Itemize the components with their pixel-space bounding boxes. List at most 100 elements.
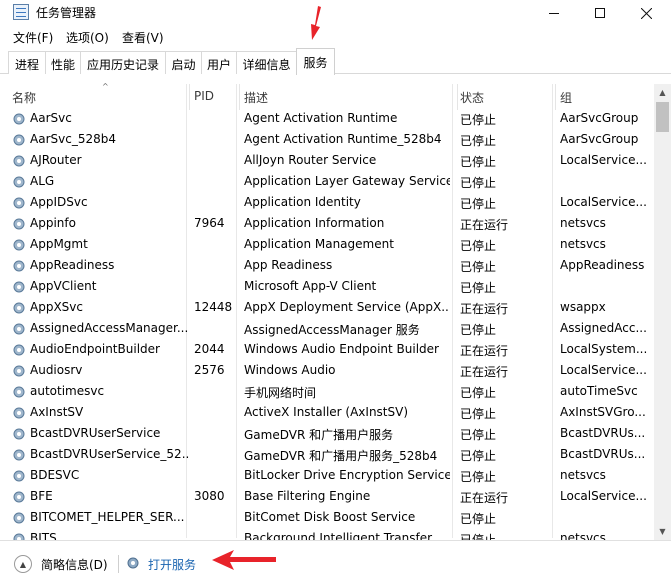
maximize-button[interactable]: [577, 0, 623, 26]
service-pid: 7964: [194, 216, 225, 230]
service-group: [560, 510, 650, 527]
service-status: 已停止: [460, 533, 497, 540]
table-row[interactable]: BFE 3080 Base Filtering Engine 正在运行 LocalSer…: [8, 486, 652, 507]
tab-startup[interactable]: 启动: [165, 51, 202, 74]
vertical-scrollbar[interactable]: ▲ ▼: [654, 84, 671, 540]
service-name: AssignedAccessManager...: [30, 321, 189, 335]
sort-ascending-icon: ^: [102, 82, 109, 91]
service-name: BcastDVRUserService_52...: [30, 447, 190, 461]
window-title: 任务管理器: [36, 6, 97, 20]
table-row[interactable]: autotimesvc 手机网络时间 已停止 autoTimeSvc: [8, 381, 652, 402]
service-status: 已停止: [460, 197, 497, 211]
service-name: AppIDSvc: [30, 195, 88, 209]
service-status: 已停止: [460, 428, 497, 442]
table-row[interactable]: AarSvc Agent Activation Runtime 已停止 AarSvcG…: [8, 108, 652, 129]
menu-options[interactable]: 选项(O): [66, 29, 109, 46]
column-group[interactable]: 组: [560, 84, 652, 110]
service-description: ActiveX Installer (AxInstSV): [244, 405, 409, 419]
table-row[interactable]: ALG Application Layer Gateway Service 已停止: [8, 171, 652, 192]
service-name: AJRouter: [30, 153, 82, 167]
service-group: AarSvcGroup: [560, 132, 639, 146]
service-status: 已停止: [460, 386, 497, 400]
service-group: LocalService...: [560, 363, 647, 377]
service-group: BcastDVRUs...: [560, 426, 646, 440]
service-status: 已停止: [460, 470, 497, 484]
tab-users[interactable]: 用户: [201, 51, 237, 74]
service-group: netsvcs: [560, 468, 606, 482]
service-pid: 12448: [194, 300, 233, 314]
close-button[interactable]: [623, 0, 669, 26]
scroll-down-arrow-icon[interactable]: ▼: [654, 523, 671, 540]
table-row[interactable]: Appinfo 7964 Application Information 正在运行 ne…: [8, 213, 652, 234]
tab-details[interactable]: 详细信息: [236, 51, 297, 74]
service-status: 已停止: [460, 155, 497, 169]
table-row[interactable]: AarSvc_528b4 Agent Activation Runtime_528…: [8, 129, 652, 150]
gear-icon: [13, 155, 25, 167]
table-row[interactable]: BITCOMET_HELPER_SER... BitComet Disk Boos…: [8, 507, 652, 528]
column-description[interactable]: 描述: [244, 84, 458, 110]
minimize-icon: [549, 12, 559, 14]
gear-icon: [127, 557, 139, 569]
fewer-details-label[interactable]: 简略信息(D): [41, 556, 108, 573]
scroll-up-arrow-icon[interactable]: ▲: [654, 84, 671, 101]
service-pid: [194, 153, 238, 170]
table-row[interactable]: AppXSvc 12448 AppX Deployment Service (App…: [8, 297, 652, 318]
scroll-thumb[interactable]: [656, 102, 669, 132]
service-group: [560, 174, 650, 191]
minimize-button[interactable]: [531, 0, 577, 26]
service-name: AarSvc: [30, 111, 72, 125]
gear-icon: [13, 281, 25, 293]
service-description: Application Identity: [244, 195, 361, 209]
gear-icon: [13, 449, 25, 461]
service-name: AarSvc_528b4: [30, 132, 116, 146]
tab-processes[interactable]: 进程: [8, 51, 46, 74]
service-description: Background Intelligent Transfer...: [244, 531, 443, 540]
service-status: 已停止: [460, 239, 497, 253]
service-description: Application Layer Gateway Service: [244, 174, 450, 188]
menu-file[interactable]: 文件(F): [13, 29, 53, 46]
table-row[interactable]: AssignedAccessManager... AssignedAccessMa…: [8, 318, 652, 339]
tab-services[interactable]: 服务: [296, 48, 335, 75]
service-pid: [194, 321, 238, 338]
gear-icon: [13, 302, 25, 314]
table-row[interactable]: AxInstSV ActiveX Installer (AxInstSV) 已停止 A…: [8, 402, 652, 423]
gear-icon: [13, 323, 25, 335]
menu-view[interactable]: 查看(V): [122, 29, 164, 46]
table-row[interactable]: AppReadiness App Readiness 已停止 AppReadiness: [8, 255, 652, 276]
table-row[interactable]: BDESVC BitLocker Drive Encryption Service…: [8, 465, 652, 486]
service-name: autotimesvc: [30, 384, 105, 398]
table-row[interactable]: AppIDSvc Application Identity 已停止 LocalServ…: [8, 192, 652, 213]
table-row[interactable]: AJRouter AllJoyn Router Service 已停止 LocalSe…: [8, 150, 652, 171]
service-name: Audiosrv: [30, 363, 83, 377]
column-name[interactable]: 名称 ^: [12, 82, 190, 110]
gear-icon: [13, 407, 25, 419]
service-name: ALG: [30, 174, 55, 188]
service-pid: [194, 426, 238, 443]
chevron-up-icon: ▲: [19, 559, 27, 569]
table-row[interactable]: BcastDVRUserService_52... GameDVR 和广播用户服务…: [8, 444, 652, 465]
tab-app-history[interactable]: 应用历史记录: [80, 51, 166, 74]
table-row[interactable]: BITS Background Intelligent Transfer... 已停…: [8, 528, 652, 540]
table-row[interactable]: AppVClient Microsoft App-V Client 已停止: [8, 276, 652, 297]
service-pid: [194, 531, 238, 540]
table-row[interactable]: Audiosrv 2576 Windows Audio 正在运行 LocalServic…: [8, 360, 652, 381]
service-pid: [194, 447, 238, 464]
service-name: AppReadiness: [30, 258, 115, 272]
table-row[interactable]: AppMgmt Application Management 已停止 netsvcs: [8, 234, 652, 255]
column-pid[interactable]: PID: [194, 84, 240, 110]
service-pid: 2576: [194, 363, 225, 377]
service-group: LocalService...: [560, 489, 647, 503]
service-name: BITS: [30, 531, 57, 540]
service-pid: [194, 132, 238, 149]
fewer-details-button[interactable]: ▲: [14, 555, 32, 573]
service-pid: [194, 237, 238, 254]
service-description: AppX Deployment Service (AppX...: [244, 300, 450, 314]
menu-bar: 文件(F) 选项(O) 查看(V): [0, 26, 671, 48]
column-status[interactable]: 状态: [460, 84, 556, 110]
gear-icon: [13, 512, 25, 524]
table-row[interactable]: AudioEndpointBuilder 2044 Windows Audio En…: [8, 339, 652, 360]
service-status: 已停止: [460, 281, 497, 295]
tab-performance[interactable]: 性能: [45, 51, 81, 74]
table-row[interactable]: BcastDVRUserService GameDVR 和广播用户服务 已停止 Bca…: [8, 423, 652, 444]
service-description: App Readiness: [244, 258, 333, 272]
